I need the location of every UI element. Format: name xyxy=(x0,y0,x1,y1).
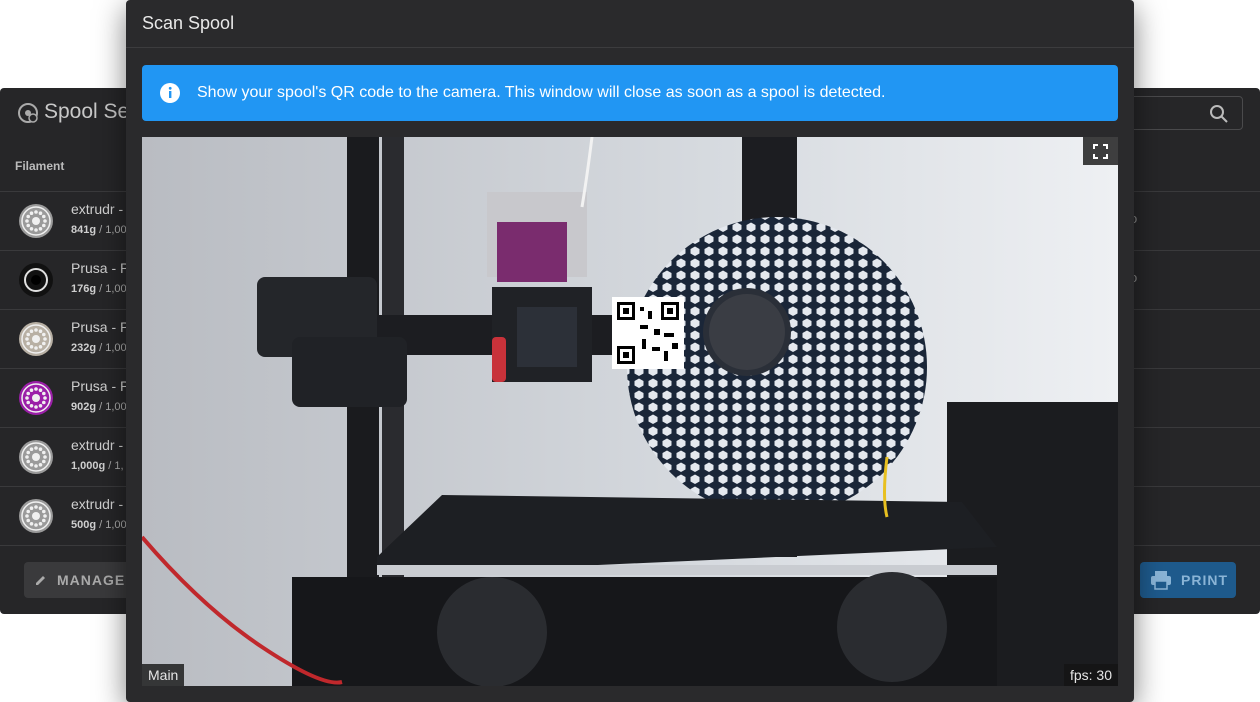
spool-remaining-weight: 1,000g xyxy=(71,460,106,472)
spool-selection-title: Spool Sel xyxy=(44,100,134,123)
manage-button-label: MANAGE xyxy=(57,572,126,588)
camera-image xyxy=(142,137,1118,686)
spool-total-weight: / 1,00 xyxy=(96,342,127,354)
spool-total-weight: / 1,00 xyxy=(96,401,127,413)
honeycomb-spool-icon xyxy=(19,204,53,238)
spool-name: extrudr - xyxy=(71,201,124,217)
spool-remaining-weight: 902g xyxy=(71,401,97,413)
spool-total-weight: / 1,00 xyxy=(96,283,127,295)
info-icon xyxy=(160,83,180,103)
spool-remaining-weight: 176g xyxy=(71,283,97,295)
spool-weight: 902g / 1,00 xyxy=(71,401,127,413)
spool-name: extrudr - xyxy=(71,437,124,453)
print-button-label: PRINT xyxy=(1181,572,1228,588)
printer-icon xyxy=(1151,571,1171,590)
spool-weight: 232g / 1,00 xyxy=(71,342,127,354)
solid-spool-icon xyxy=(19,263,53,297)
spool-logo-icon xyxy=(18,103,38,123)
info-alert-text: Show your spool's QR code to the camera.… xyxy=(197,84,886,101)
spool-name: Prusa - P xyxy=(71,378,130,394)
manage-button[interactable]: MANAGE xyxy=(24,562,134,598)
dialog-title: Scan Spool xyxy=(142,13,235,33)
camera-feed[interactable]: Main fps: 30 xyxy=(142,137,1118,686)
scan-spool-dialog: Scan Spool Show your spool's QR code to … xyxy=(126,0,1134,702)
spool-weight: 500g / 1,00 xyxy=(71,519,127,531)
print-button[interactable]: PRINT xyxy=(1140,562,1236,598)
info-alert: Show your spool's QR code to the camera.… xyxy=(142,65,1118,121)
column-header-filament[interactable]: Filament xyxy=(15,159,64,173)
honeycomb-spool-icon xyxy=(19,499,53,533)
spool-total-weight: / 1,00 xyxy=(96,224,127,236)
spool-remaining-weight: 500g xyxy=(71,519,97,531)
honeycomb-spool-icon xyxy=(19,440,53,474)
spool-weight: 841g / 1,00 xyxy=(71,224,127,236)
honeycomb-spool-icon xyxy=(19,381,53,415)
fullscreen-button[interactable] xyxy=(1083,137,1118,165)
dialog-header: Scan Spool xyxy=(126,0,1134,48)
spool-name: Prusa - P xyxy=(71,260,130,276)
pencil-icon xyxy=(36,576,45,585)
search-icon[interactable] xyxy=(1208,103,1230,125)
spool-name: extrudr - xyxy=(71,496,124,512)
spool-total-weight: / 1, xyxy=(105,460,124,472)
camera-name-label: Main xyxy=(142,664,185,686)
spool-total-weight: / 1,00 xyxy=(96,519,127,531)
spool-remaining-weight: 232g xyxy=(71,342,97,354)
spool-remaining-weight: 841g xyxy=(71,224,97,236)
honeycomb-spool-icon xyxy=(19,322,53,356)
fullscreen-icon xyxy=(1093,144,1108,159)
spool-name: Prusa - P xyxy=(71,319,130,335)
spool-weight: 176g / 1,00 xyxy=(71,283,127,295)
fps-label: fps: 30 xyxy=(1063,664,1118,686)
spool-weight: 1,000g / 1, xyxy=(71,460,124,472)
